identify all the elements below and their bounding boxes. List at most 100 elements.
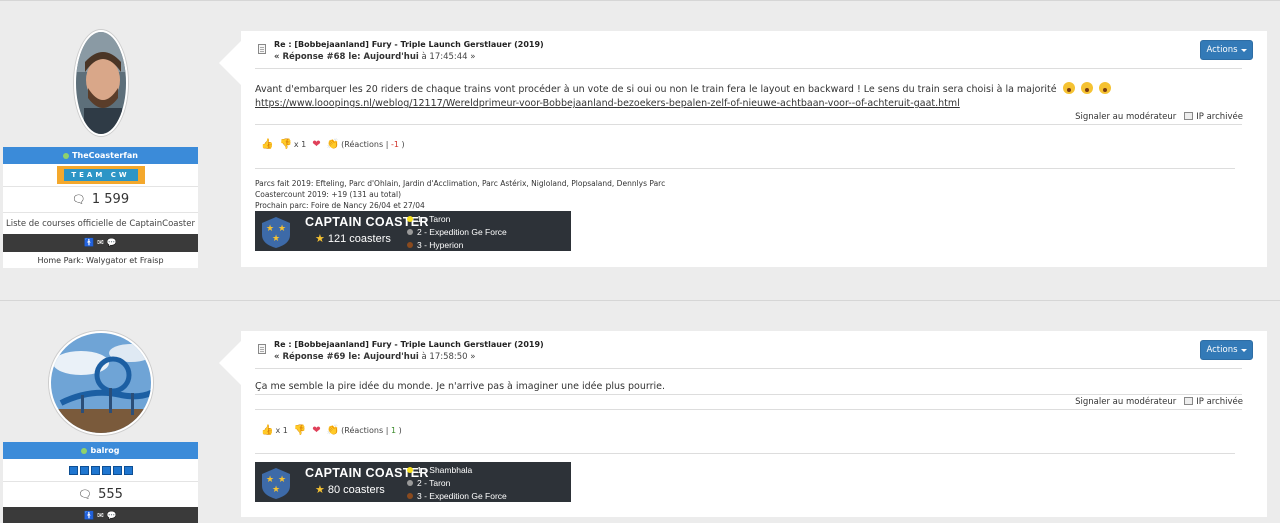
- reply-number[interactable]: « Réponse #68 le: Aujourd'hui: [274, 52, 419, 62]
- post-count-value: 1 599: [91, 192, 130, 207]
- thumbs-down-icon[interactable]: 👎: [279, 139, 291, 150]
- post-arrow: [219, 341, 241, 385]
- contact-icons: 🚹 ✉ 💬: [3, 507, 198, 523]
- document-icon: [258, 44, 266, 54]
- thumbs-down-count: x 1: [293, 140, 307, 149]
- caret-down-icon: [1240, 48, 1247, 52]
- post-69: Re : [Bobbejaanland] Fury - Triple Launc…: [219, 331, 1267, 517]
- post-time: à 17:58:50 »: [421, 352, 476, 362]
- star-icon: ★: [315, 233, 325, 245]
- post-body: Avant d'embarquer les 20 riders de chaqu…: [255, 82, 1111, 111]
- top-item-label: 2 - Taron: [417, 478, 451, 488]
- rank-square-icon: [112, 465, 122, 475]
- captain-coaster-banner[interactable]: ★ ★ ★ CAPTAIN COASTER ★ 121 coasters 1 - …: [255, 211, 571, 251]
- reactions-summary[interactable]: (Réactions | 1 ): [341, 426, 402, 435]
- ip-icon: [1184, 112, 1194, 120]
- banner-count: ★ 80 coasters: [315, 483, 385, 496]
- post-68: Re : [Bobbejaanland] Fury - Triple Launc…: [219, 31, 1267, 267]
- rank-square-icon: [90, 465, 100, 475]
- svg-text:★: ★: [266, 474, 274, 484]
- actions-label: Actions: [1206, 345, 1238, 355]
- comments-icon: 🗨: [78, 488, 93, 501]
- username[interactable]: balrog: [90, 446, 119, 455]
- actions-label: Actions: [1206, 45, 1238, 55]
- post-link[interactable]: https://www.looopings.nl/weblog/12117/We…: [255, 98, 960, 109]
- heart-icon[interactable]: ❤: [312, 425, 320, 436]
- astonished-emoji-icon: [1062, 82, 1075, 94]
- pm-icon[interactable]: 💬: [107, 512, 117, 520]
- divider: [255, 394, 1242, 395]
- clap-icon[interactable]: 👏: [327, 425, 339, 436]
- gold-dot-icon: [407, 467, 413, 473]
- contact-icons: 🚹 ✉ 💬: [3, 234, 198, 252]
- username-bar[interactable]: balrog: [3, 442, 198, 459]
- report-link[interactable]: Signaler au modérateur: [1075, 397, 1176, 407]
- ip-label: IP archivée: [1196, 397, 1243, 407]
- post-text: Ça me semble la pire idée du monde. Je n…: [255, 381, 666, 392]
- top-item: 3 - Expedition Ge Force: [407, 490, 507, 503]
- reactions-row: 👍 👎 x 1 ❤ 👏 (Réactions | -1 ): [261, 139, 405, 150]
- reactions-close: ): [398, 426, 402, 435]
- banner-count-value: 80 coasters: [327, 484, 385, 496]
- home-park: Home Park: Walygator et Fraisp: [3, 252, 198, 268]
- signature-divider: [255, 453, 1235, 454]
- reactions-label: (Réactions |: [341, 140, 389, 149]
- email-icon[interactable]: ✉: [97, 512, 104, 520]
- username[interactable]: TheCoasterfan: [72, 151, 138, 160]
- clap-icon[interactable]: 👏: [327, 139, 339, 150]
- signature-line: Parcs fait 2019: Efteling, Parc d'Ohlain…: [255, 179, 666, 188]
- banner-top-list: 1 - Taron 2 - Expedition Ge Force 3 - Hy…: [407, 213, 507, 252]
- divider: [255, 68, 1242, 69]
- silver-dot-icon: [407, 229, 413, 235]
- pm-icon[interactable]: 💬: [107, 239, 117, 247]
- document-icon: [258, 344, 266, 354]
- thumbs-up-icon[interactable]: 👍: [261, 139, 273, 150]
- team-badge: TEAM CW: [56, 166, 145, 184]
- post-title[interactable]: Re : [Bobbejaanland] Fury - Triple Launc…: [274, 40, 544, 49]
- heart-icon[interactable]: ❤: [312, 139, 320, 150]
- profile-icon[interactable]: 🚹: [84, 512, 94, 520]
- reactions-summary[interactable]: (Réactions | -1 ): [341, 140, 404, 149]
- actions-button[interactable]: Actions: [1200, 340, 1253, 360]
- report-link[interactable]: Signaler au modérateur: [1075, 112, 1176, 122]
- signature-line: Coastercount 2019: +19 (131 au total): [255, 190, 401, 199]
- author-profile: TheCoasterfan TEAM CW 🗨 1 599 Liste de c…: [3, 30, 198, 268]
- top-item: 2 - Taron: [407, 477, 507, 490]
- top-item-label: 3 - Expedition Ge Force: [417, 491, 507, 501]
- email-icon[interactable]: ✉: [97, 239, 104, 247]
- svg-text:★: ★: [278, 474, 286, 484]
- reply-number[interactable]: « Réponse #69 le: Aujourd'hui: [274, 352, 419, 362]
- username-bar[interactable]: TheCoasterfan: [3, 147, 198, 164]
- avatar[interactable]: [48, 331, 153, 435]
- post-title[interactable]: Re : [Bobbejaanland] Fury - Triple Launc…: [274, 340, 544, 349]
- user-description: Liste de courses officielle de CaptainCo…: [3, 212, 198, 234]
- signature-divider: [255, 168, 1235, 169]
- ip-archived: IP archivée: [1184, 397, 1243, 407]
- ip-archived: IP archivée: [1184, 112, 1243, 122]
- top-item: 1 - Taron: [407, 213, 507, 226]
- online-status-icon: [63, 152, 70, 159]
- reactions-label: (Réactions |: [341, 426, 389, 435]
- moderation-row: Signaler au modérateur IP archivée: [1075, 112, 1243, 122]
- bronze-dot-icon: [407, 493, 413, 499]
- captain-coaster-logo-icon: ★ ★ ★: [262, 217, 290, 248]
- comments-icon: 🗨: [71, 193, 86, 206]
- rank-square-icon: [101, 465, 111, 475]
- profile-icon[interactable]: 🚹: [84, 239, 94, 247]
- ip-icon: [1184, 397, 1194, 405]
- thumbs-up-icon[interactable]: 👍: [261, 425, 273, 436]
- ip-label: IP archivée: [1196, 112, 1243, 122]
- post-body: Ça me semble la pire idée du monde. Je n…: [255, 380, 665, 394]
- top-item-label: 1 - Taron: [417, 214, 451, 224]
- actions-button[interactable]: Actions: [1200, 40, 1253, 60]
- banner-top-list: 1 - Shambhala 2 - Taron 3 - Expedition G…: [407, 464, 507, 503]
- top-divider: [0, 0, 1280, 1]
- captain-coaster-logo-icon: ★ ★ ★: [262, 468, 290, 499]
- captain-coaster-banner[interactable]: ★ ★ ★ CAPTAIN COASTER ★ 80 coasters 1 - S…: [255, 462, 571, 502]
- astonished-emoji-icon: [1098, 82, 1111, 94]
- svg-text:★: ★: [266, 223, 274, 233]
- top-item: 2 - Expedition Ge Force: [407, 226, 507, 239]
- post-count: 🗨 1 599: [3, 186, 198, 212]
- thumbs-down-icon[interactable]: 👎: [294, 425, 306, 436]
- avatar[interactable]: [73, 30, 128, 136]
